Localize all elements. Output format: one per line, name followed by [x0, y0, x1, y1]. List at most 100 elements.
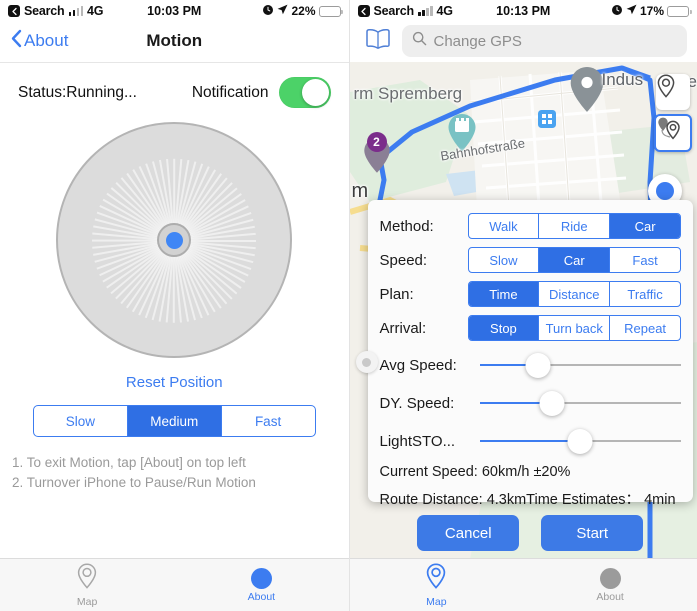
tab-map-label: Map	[426, 595, 447, 608]
option-distance[interactable]: Distance	[539, 282, 611, 306]
handle-dot-icon	[362, 357, 371, 367]
slider-label: Avg Speed:	[379, 356, 457, 374]
option-time[interactable]: Time	[468, 282, 540, 306]
tab-map[interactable]: Map	[350, 562, 524, 608]
slider-label: DY. Speed:	[379, 394, 455, 412]
settings-row: Speed: Slow Car Fast	[379, 244, 681, 276]
settings-row: Method: Walk Ride Car	[380, 210, 681, 242]
settings-rows: Method: Walk Ride Car Speed: Slow Car Fast Plan:…	[379, 210, 681, 346]
search-icon	[412, 31, 427, 51]
dial-center-hub[interactable]	[157, 223, 192, 257]
toggle-knob	[301, 79, 329, 106]
back-to-app-icon[interactable]	[8, 5, 20, 17]
dial-center-dot	[165, 231, 183, 249]
current-speed-label: Current Speed: 60km/h ±20%	[379, 464, 571, 480]
left-status-bar: Search 4G 10:03 PM 22%	[0, 0, 349, 22]
right-status-bar: Search 4G 10:13 PM 17%	[349, 0, 697, 22]
tab-map[interactable]: Map	[0, 563, 174, 608]
hint-item: 2. Turnover iPhone to Pause/Run Motion	[12, 475, 256, 491]
notification-control: Notification	[192, 77, 331, 108]
status-notification-row: Status:Running... Notification	[0, 63, 349, 116]
left-phone-screen: Search 4G 10:03 PM 22% About Motion Stat…	[0, 0, 350, 611]
slider-row: DY. Speed:	[379, 384, 681, 422]
sheet-action-buttons: Cancel Start	[380, 509, 682, 559]
motion-settings-sheet: Method: Walk Ride Car Speed: Slow Car Fast Plan:…	[355, 200, 693, 551]
slider-2[interactable]	[479, 428, 681, 454]
map-canvas[interactable]: rm Spremberg Indus e Bahnhofstraße m 2 M…	[349, 62, 697, 559]
reset-position-button[interactable]: Reset Position	[0, 374, 349, 391]
option-slow[interactable]: Slow	[469, 248, 540, 272]
route-pins-button[interactable]	[653, 114, 692, 152]
carrier-label: Search	[373, 4, 415, 18]
map-pin-icon	[425, 562, 447, 594]
option-stop[interactable]: Stop	[468, 316, 540, 340]
battery-icon	[667, 5, 692, 17]
settings-row: Arrival: Stop Turn back Repeat	[379, 312, 681, 344]
slider-0[interactable]	[479, 352, 681, 378]
hints-list: 1. To exit Motion, tap [About] on top le…	[0, 437, 349, 494]
settings-row: Plan: Time Distance Traffic	[379, 278, 681, 310]
start-button[interactable]: Start	[541, 515, 644, 551]
back-to-app-icon[interactable]	[357, 5, 370, 17]
signal-bars-icon	[418, 6, 433, 16]
slider-knob[interactable]	[567, 428, 593, 454]
speed-option-medium[interactable]: Medium	[127, 406, 222, 436]
option-ride[interactable]: Ride	[539, 214, 611, 238]
slider-knob[interactable]	[539, 390, 565, 416]
network-type-label: 4G	[87, 4, 104, 18]
status-bar-right: 17%	[611, 4, 692, 19]
notification-label: Notification	[191, 83, 269, 101]
option-fast[interactable]: Fast	[610, 248, 680, 272]
signal-bars-icon	[68, 6, 83, 16]
search-row: Change GPS	[349, 22, 697, 62]
slider-row: LightSTO...	[380, 422, 681, 460]
option-car[interactable]: Car	[610, 214, 680, 238]
location-inner-dot	[655, 182, 674, 200]
location-arrow-icon	[277, 4, 288, 18]
speed-option-slow[interactable]: Slow	[34, 406, 128, 436]
drop-pin-button[interactable]	[655, 74, 690, 110]
tab-about[interactable]: About	[174, 567, 348, 603]
segmented-control: Walk Ride Car	[467, 213, 681, 239]
left-tab-bar: Map About	[0, 558, 349, 611]
slider-knob[interactable]	[525, 352, 551, 378]
tab-about[interactable]: About	[523, 567, 697, 603]
slider-fill	[479, 439, 581, 443]
option-repeat[interactable]: Repeat	[610, 316, 680, 340]
left-nav-bar: About Motion	[0, 22, 349, 60]
motion-dial[interactable]	[56, 122, 293, 358]
dual-phone-screenshot: Search 4G 10:03 PM 22% About Motion Stat…	[0, 0, 697, 611]
alarm-icon	[611, 4, 623, 19]
back-button[interactable]: About	[10, 29, 68, 53]
settings-row-label: Plan:	[379, 285, 414, 303]
sheet-drag-handle[interactable]	[355, 351, 378, 373]
battery-percent-label: 17%	[639, 4, 664, 18]
location-arrow-icon	[626, 4, 637, 18]
option-walk[interactable]: Walk	[469, 214, 540, 238]
settings-row-label: Speed:	[379, 251, 428, 269]
speed-segmented-control: Slow Medium Fast	[33, 405, 316, 437]
battery-icon	[318, 5, 343, 17]
option-turn-back[interactable]: Turn back	[539, 316, 611, 340]
tab-about-label: About	[596, 590, 624, 603]
battery-percent-label: 22%	[291, 4, 316, 18]
carrier-label: Search	[24, 4, 65, 18]
search-placeholder: Change GPS	[433, 32, 522, 50]
settings-row-label: Arrival:	[379, 319, 427, 337]
status-bar-right: 22%	[262, 4, 343, 19]
right-phone-screen: Search 4G 10:13 PM 17% Change GPS rm Spr…	[349, 0, 697, 611]
option-traffic[interactable]: Traffic	[610, 282, 680, 306]
poi-building-marker	[537, 110, 556, 128]
circle-icon	[250, 567, 272, 589]
chevron-left-icon	[10, 29, 22, 53]
segmented-control: Time Distance Traffic	[467, 281, 681, 307]
cancel-button[interactable]: Cancel	[417, 515, 520, 551]
book-icon[interactable]	[364, 27, 392, 56]
notification-toggle[interactable]	[278, 77, 331, 108]
right-tab-bar: Map About	[349, 558, 697, 611]
search-input[interactable]: Change GPS	[401, 25, 687, 57]
speed-option-fast[interactable]: Fast	[222, 406, 315, 436]
slider-1[interactable]	[479, 390, 681, 416]
status-bar-left: Search 4G	[357, 4, 453, 18]
option-car[interactable]: Car	[539, 248, 611, 272]
